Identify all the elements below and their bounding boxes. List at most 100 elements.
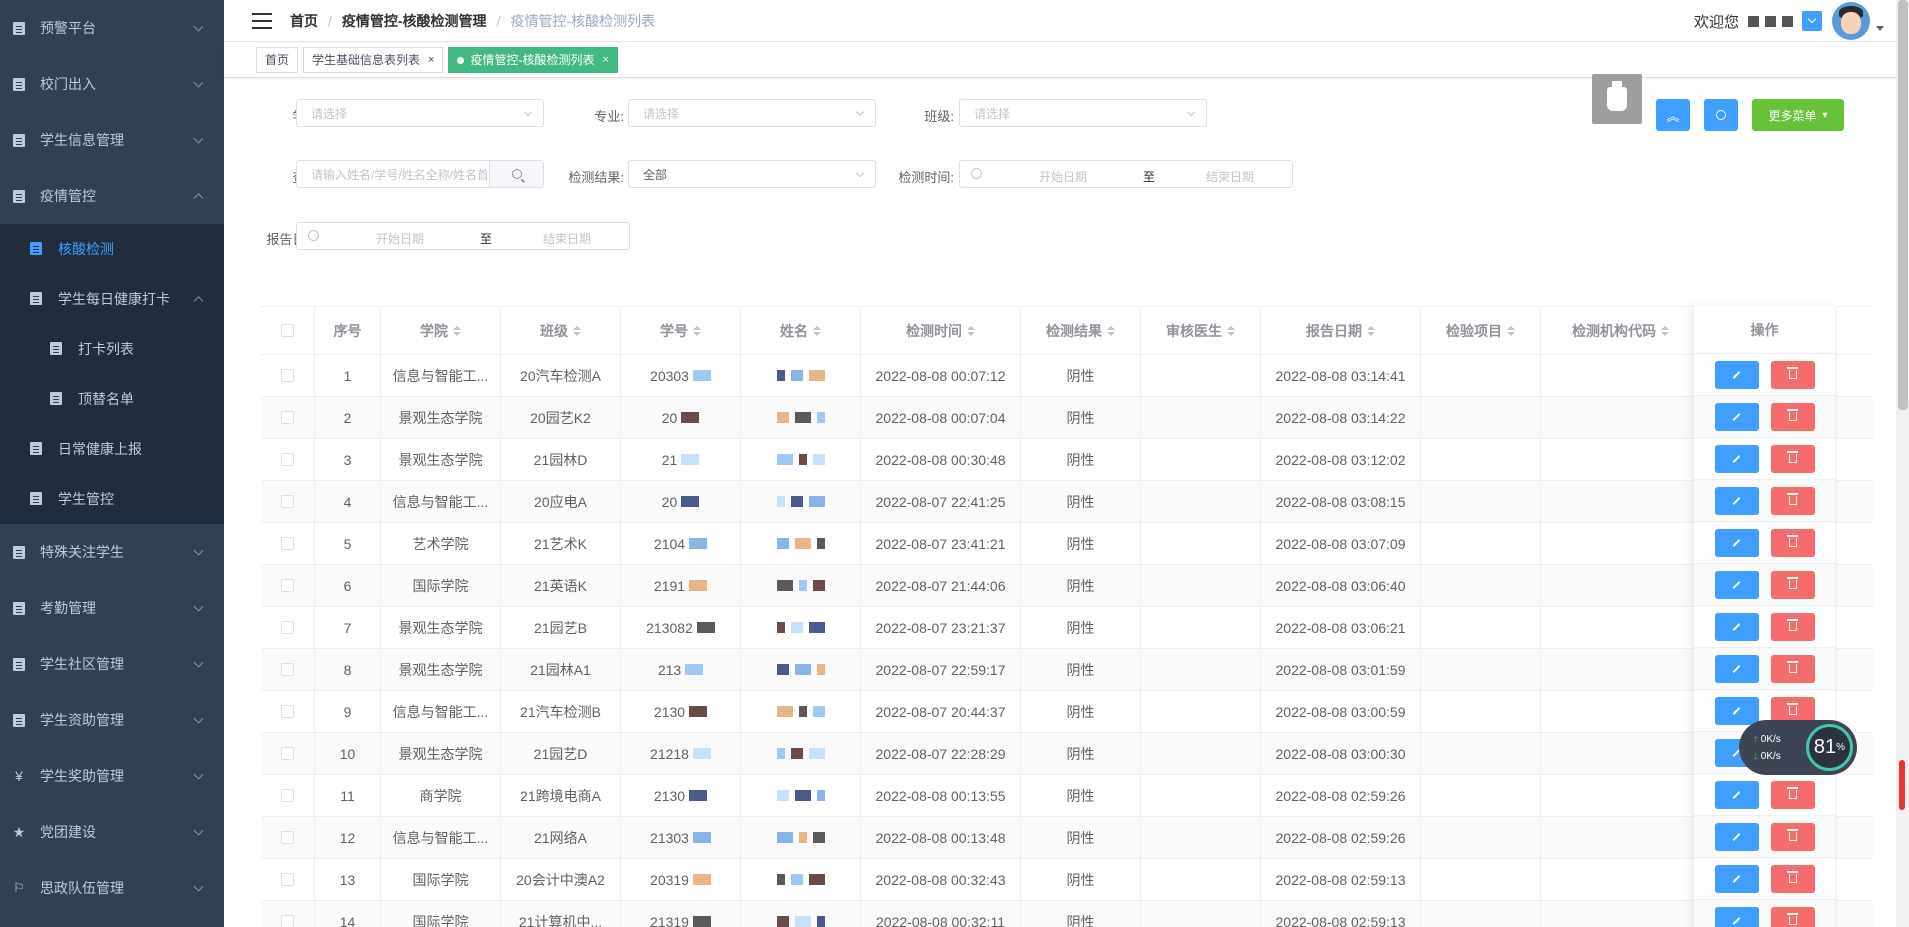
header-class[interactable]: 班级	[501, 307, 621, 354]
sort-icon[interactable]	[967, 325, 975, 336]
result-select[interactable]: 全部	[628, 160, 876, 188]
delete-button[interactable]	[1770, 570, 1815, 599]
sort-icon[interactable]	[1367, 325, 1375, 336]
more-menu-button[interactable]: 更多菜单 ▾	[1752, 99, 1844, 131]
breadcrumb-home[interactable]: 首页	[290, 11, 318, 31]
row-checkbox[interactable]	[281, 915, 294, 927]
delete-button[interactable]	[1770, 864, 1815, 893]
table-row[interactable]: 3 景观生态学院 21园林D 21 2022-08-08 00:30:48 阴性 2022-…	[261, 439, 1873, 481]
table-row[interactable]: 2 景观生态学院 20园艺K2 20 2022-08-08 00:07:04 阴性 2022…	[261, 397, 1873, 439]
sort-icon[interactable]	[1507, 325, 1515, 336]
row-checkbox[interactable]	[281, 747, 294, 760]
delete-button[interactable]	[1770, 654, 1815, 683]
delete-button[interactable]	[1770, 486, 1815, 515]
edit-button[interactable]	[1714, 360, 1759, 389]
table-row[interactable]: 9 信息与智能工... 21汽车检测B 2130 2022-08-07 20:44:37…	[261, 691, 1873, 733]
menu-scholarship[interactable]: ¥ 学生奖助管理	[0, 748, 224, 804]
table-row[interactable]: 4 信息与智能工... 20应电A 20 2022-08-07 22:41:25 阴性 20…	[261, 481, 1873, 523]
network-speed-widget[interactable]: ↑ 0K/s ↓ 0K/s 81%	[1739, 720, 1857, 775]
header-doctor[interactable]: 审核医生	[1141, 307, 1261, 354]
row-checkbox[interactable]	[281, 579, 294, 592]
row-checkbox[interactable]	[281, 663, 294, 676]
menu-epidemic-control[interactable]: 疫情管控	[0, 168, 224, 224]
menu-community[interactable]: 学生社区管理	[0, 636, 224, 692]
test-time-range[interactable]: 开始日期 至 结束日期	[959, 160, 1293, 188]
delete-button[interactable]	[1770, 906, 1815, 927]
hamburger-icon[interactable]	[252, 12, 272, 29]
dropdown-toggle-icon[interactable]	[1802, 11, 1822, 31]
header-org-code[interactable]: 检测机构代码	[1541, 307, 1701, 354]
close-icon[interactable]: ×	[602, 48, 608, 72]
college-select[interactable]: 请选择	[296, 99, 544, 127]
delete-button[interactable]	[1770, 528, 1815, 557]
header-result[interactable]: 检测结果	[1021, 307, 1141, 354]
tab-student-basic-info[interactable]: 学生基础信息表列表 ×	[303, 47, 444, 73]
sort-icon[interactable]	[693, 325, 701, 336]
table-row[interactable]: 7 景观生态学院 21园艺B 213082 2022-08-07 23:21:37 阴性 2…	[261, 607, 1873, 649]
edit-button[interactable]	[1714, 444, 1759, 473]
table-row[interactable]: 1 信息与智能工... 20汽车检测A 20303 2022-08-08 00:07:1…	[261, 355, 1873, 397]
sidebar-item-substitute-list[interactable]: 顶替名单	[0, 374, 224, 424]
delete-button[interactable]	[1770, 612, 1815, 641]
sidebar-item-daily-checkin[interactable]: 学生每日健康打卡	[0, 274, 224, 324]
collapse-button[interactable]: ︽	[1656, 99, 1690, 131]
header-test-time[interactable]: 检测时间	[861, 307, 1021, 354]
sort-icon[interactable]	[1107, 325, 1115, 336]
menu-special-attention[interactable]: 特殊关注学生	[0, 524, 224, 580]
menu-student-info[interactable]: 学生信息管理	[0, 112, 224, 168]
row-checkbox[interactable]	[281, 537, 294, 550]
sort-icon[interactable]	[453, 325, 461, 336]
row-checkbox[interactable]	[281, 789, 294, 802]
table-row[interactable]: 11 商学院 21跨境电商A 2130 2022-08-08 00:13:55 阴性 202…	[261, 775, 1873, 817]
tab-nucleic-test-list[interactable]: 疫情管控-核酸检测列表 ×	[448, 47, 618, 73]
close-icon[interactable]: ×	[428, 48, 434, 72]
breadcrumb-item[interactable]: 疫情管控-核酸检测管理	[342, 11, 487, 31]
menu-warning-platform[interactable]: 预警平台	[0, 0, 224, 56]
sidebar-item-nucleic-test[interactable]: 核酸检测	[0, 224, 224, 274]
edit-button[interactable]	[1714, 780, 1759, 809]
delete-button[interactable]	[1770, 780, 1815, 809]
avatar[interactable]	[1832, 2, 1870, 40]
table-row[interactable]: 8 景观生态学院 21园林A1 213 2022-08-07 22:59:17 阴性 202…	[261, 649, 1873, 691]
delete-button[interactable]	[1770, 444, 1815, 473]
table-row[interactable]: 10 景观生态学院 21园艺D 21218 2022-08-07 22:28:29 阴性 2…	[261, 733, 1873, 775]
edit-button[interactable]	[1714, 528, 1759, 557]
select-all-checkbox[interactable]	[281, 324, 294, 337]
edit-button[interactable]	[1714, 486, 1759, 515]
edit-button[interactable]	[1714, 654, 1759, 683]
sort-icon[interactable]	[573, 325, 581, 336]
row-checkbox[interactable]	[281, 873, 294, 886]
row-checkbox[interactable]	[281, 621, 294, 634]
search-button[interactable]	[1704, 99, 1738, 131]
menu-ideology-team[interactable]: ⚐ 思政队伍管理	[0, 860, 224, 916]
edit-button[interactable]	[1714, 612, 1759, 641]
table-row[interactable]: 12 信息与智能工... 21网络A 21303 2022-08-08 00:13:48…	[261, 817, 1873, 859]
sort-icon[interactable]	[1227, 325, 1235, 336]
edit-button[interactable]	[1714, 402, 1759, 431]
search-input-button[interactable]	[489, 161, 543, 187]
header-name[interactable]: 姓名	[741, 307, 861, 354]
edit-button[interactable]	[1714, 906, 1759, 927]
header-student-id[interactable]: 学号	[621, 307, 741, 354]
delete-button[interactable]	[1770, 402, 1815, 431]
menu-attendance[interactable]: 考勤管理	[0, 580, 224, 636]
menu-party-building[interactable]: ★ 党团建设	[0, 804, 224, 860]
sort-icon[interactable]	[1661, 325, 1669, 336]
search-input[interactable]: 请输入姓名/学号/姓名全称/姓名首字母	[296, 160, 544, 188]
edit-button[interactable]	[1714, 570, 1759, 599]
row-checkbox[interactable]	[281, 369, 294, 382]
sidebar-item-student-control[interactable]: 学生管控	[0, 474, 224, 524]
table-row[interactable]: 5 艺术学院 21艺术K 2104 2022-08-07 23:41:21 阴性 2022-…	[261, 523, 1873, 565]
table-row[interactable]: 14 国际学院 21计算机中... 21319 2022-08-08 00:32:11 阴…	[261, 901, 1873, 927]
row-checkbox[interactable]	[281, 831, 294, 844]
row-checkbox[interactable]	[281, 453, 294, 466]
row-checkbox[interactable]	[281, 705, 294, 718]
menu-gate-access[interactable]: 校门出入	[0, 56, 224, 112]
edit-button[interactable]	[1714, 696, 1759, 725]
header-test-item[interactable]: 检验项目	[1421, 307, 1541, 354]
table-row[interactable]: 13 国际学院 20会计中澳A2 20319 2022-08-08 00:32:43 阴性…	[261, 859, 1873, 901]
edit-button[interactable]	[1714, 864, 1759, 893]
table-row[interactable]: 6 国际学院 21英语K 2191 2022-08-07 21:44:06 阴性 2022-…	[261, 565, 1873, 607]
class-select[interactable]: 请选择	[959, 99, 1207, 127]
header-report-date[interactable]: 报告日期	[1261, 307, 1421, 354]
